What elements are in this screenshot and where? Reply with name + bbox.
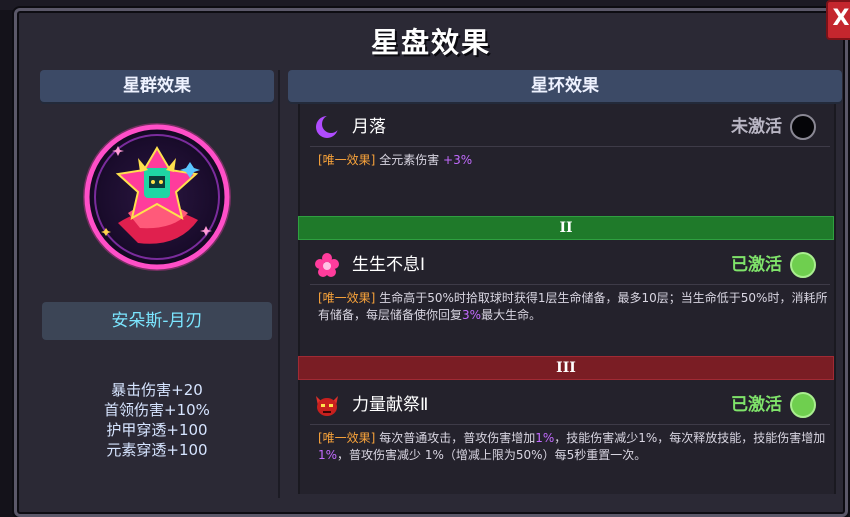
- ring-status: 已激活: [731, 395, 782, 415]
- ring-effect-list[interactable]: 月落 未激活 [唯一效果] 全元素伤害 +3% II 生生不息Ⅰ 已激活 [唯一…: [298, 104, 836, 494]
- desc-text: ，技能伤害减少1%，每次释放技能，技能伤害增加: [554, 431, 826, 445]
- stat-crit-damage: 暴击伤害+20: [111, 381, 203, 399]
- unique-effect-tag: [唯一效果]: [318, 431, 376, 445]
- ring-status: 未激活: [731, 117, 782, 137]
- ring-name: 月落: [352, 117, 386, 137]
- ring-description: [唯一效果] 每次普通攻击，普攻伤害增加1%，技能伤害减少1%，每次释放技能，技…: [318, 430, 828, 464]
- star-ring-panel: 星环效果 月落 未激活 [唯一效果] 全元素伤害 +3% II 生生不息Ⅰ 已激…: [288, 70, 842, 500]
- constellation-set-name: 安朵斯-月刃: [42, 302, 272, 340]
- desc-highlight: 3%: [462, 308, 482, 322]
- desc-highlight: 1%: [318, 448, 338, 462]
- row-divider: [310, 284, 830, 285]
- stat-armor-penetration: 护甲穿透+100: [106, 421, 208, 439]
- unique-effect-tag: [唯一效果]: [318, 153, 376, 167]
- tier-bar-iii: III: [298, 356, 834, 380]
- desc-text: 最大生命。: [481, 308, 542, 322]
- stat-bonus-list: 暴击伤害+20 首领伤害+10% 护甲穿透+100 元素穿透+100: [40, 380, 274, 460]
- panel-title: 星盘效果: [370, 26, 491, 59]
- desc-text: 全元素伤害: [379, 153, 444, 167]
- ring-row-moonfall[interactable]: 月落 未激活: [300, 108, 834, 148]
- ring-row-endless-life[interactable]: 生生不息Ⅰ 已激活: [300, 246, 834, 286]
- inactive-indicator-icon: [790, 114, 816, 140]
- row-divider: [310, 146, 830, 147]
- active-indicator-icon: [790, 252, 816, 278]
- group-effect-header: 星群效果: [40, 70, 274, 102]
- ring-name: 力量献祭Ⅱ: [352, 395, 429, 415]
- desc-text: ，普攻伤害减少 1%（增减上限为50%）每5秒重置一次。: [337, 448, 647, 462]
- panel-divider: [278, 70, 280, 498]
- row-divider: [310, 424, 830, 425]
- active-indicator-icon: [790, 392, 816, 418]
- tier-bar-ii: II: [298, 216, 834, 240]
- desc-text: 生命高于50%时拾取球时获得1层生命储备，最多10层；当生命低于50%时，消耗所…: [318, 291, 828, 322]
- desc-highlight: 1%: [535, 431, 555, 445]
- unique-effect-tag: [唯一效果]: [318, 291, 376, 305]
- stat-element-penetration: 元素穿透+100: [106, 441, 208, 459]
- ring-row-power-sacrifice[interactable]: 力量献祭Ⅱ 已激活: [300, 386, 834, 426]
- ring-name: 生生不息Ⅰ: [352, 255, 426, 275]
- desc-highlight: +3%: [443, 153, 473, 167]
- constellation-emblem-icon: [83, 123, 231, 271]
- ring-description: [唯一效果] 全元素伤害 +3%: [318, 152, 828, 169]
- crescent-moon-icon: [316, 115, 340, 138]
- close-button[interactable]: X: [826, 0, 850, 40]
- desc-text: 每次普通攻击，普攻伤害增加: [379, 431, 536, 445]
- ring-description: [唯一效果] 生命高于50%时拾取球时获得1层生命储备，最多10层；当生命低于5…: [318, 290, 828, 324]
- ring-effect-header: 星环效果: [288, 70, 842, 102]
- demon-mask-icon: [316, 396, 338, 416]
- stat-boss-damage: 首领伤害+10%: [104, 401, 210, 419]
- ring-status: 已激活: [731, 255, 782, 275]
- flower-icon: [315, 253, 339, 277]
- constellation-group-panel: 星群效果 安朵斯-月刃 暴击伤害+20 首领伤害+10% 护甲穿透+100 元素…: [40, 70, 274, 500]
